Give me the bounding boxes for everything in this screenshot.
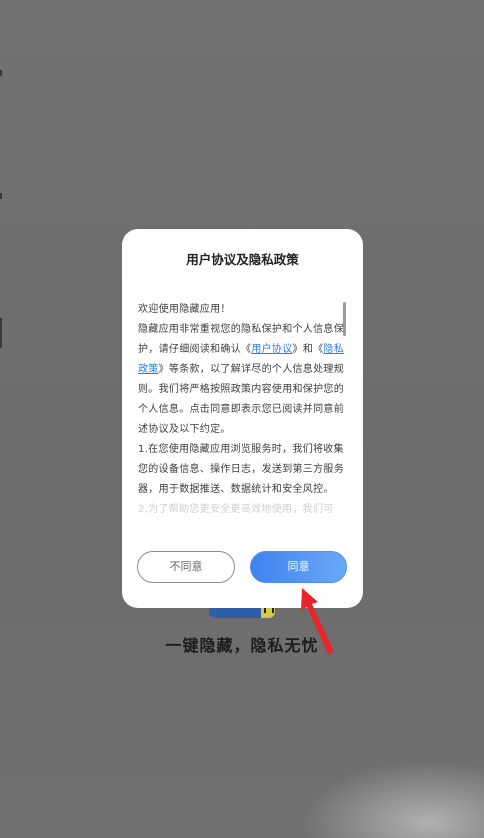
dialog-title: 用户协议及隐私政策 (186, 252, 299, 267)
edge-mark (0, 193, 2, 199)
disagree-button[interactable]: 不同意 (137, 551, 235, 583)
agreement-item-2: 2.为了帮助您更安全更高效地使用，我们可 (138, 504, 334, 515)
agreement-text: 欢迎使用隐藏应用！ 隐藏应用非常重视您的隐私保护和个人信息保护，请仔细阅读和确认… (138, 300, 348, 520)
paragraph-1-text: 》等条款，以了解详尽的个人信息处理规则。我们将严格按照政策内容使用和保护您的个人… (138, 364, 345, 435)
agreement-item-1: 1.在您使用隐藏应用浏览服务时，我们将收集您的设备信息、操作日志，发送到第三方服… (138, 444, 344, 495)
greeting-text: 欢迎使用隐藏应用！ (138, 304, 231, 315)
app-slogan: 一键隐藏，隐私无忧 (165, 636, 319, 655)
paragraph-1: 隐藏应用非常重视您的隐私保护和个人信息保护，请仔细阅读和确认《用户协议》和《隐私… (138, 320, 348, 440)
annotation-arrow-icon (301, 588, 334, 654)
paragraph-1-text: 》和《 (292, 344, 324, 355)
edge-mark (0, 318, 2, 348)
agree-button[interactable]: 同意 (250, 551, 347, 583)
privacy-dialog: 用户协议及隐私政策 欢迎使用隐藏应用！ 隐藏应用非常重视您的隐私保护和个人信息保… (122, 229, 363, 608)
edge-mark (0, 70, 2, 76)
annotation-arrow-shape (301, 588, 334, 654)
agreement-content-scroll[interactable]: 欢迎使用隐藏应用！ 隐藏应用非常重视您的隐私保护和个人信息保护，请仔细阅读和确认… (138, 300, 348, 524)
screen-glare (300, 760, 484, 838)
user-agreement-link[interactable]: 用户协议 (251, 344, 292, 355)
content-scrollbar[interactable] (343, 302, 346, 336)
